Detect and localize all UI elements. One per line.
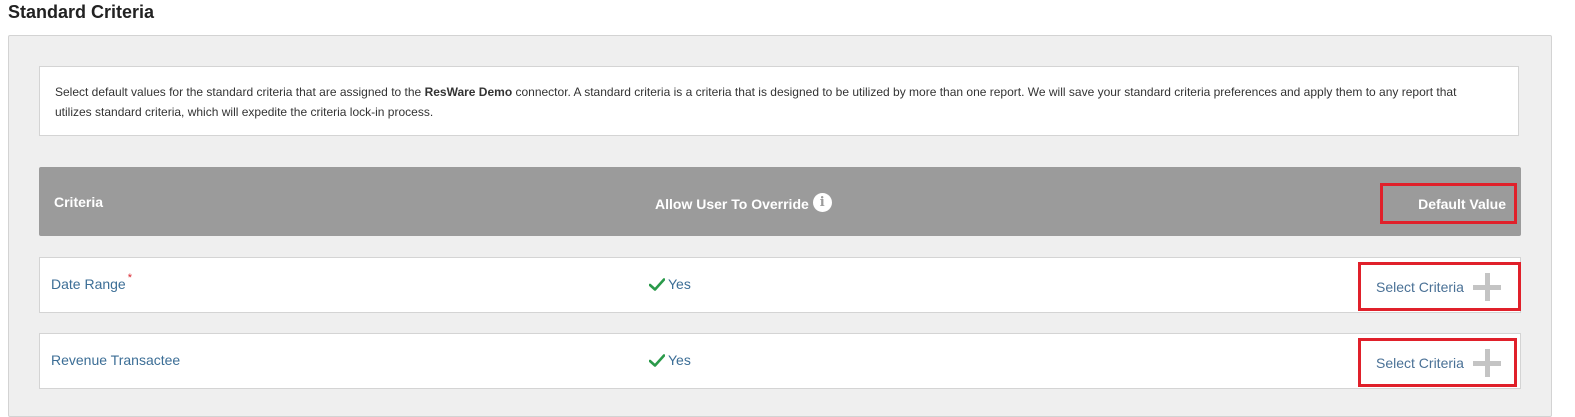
header-default-value: Default Value bbox=[1380, 183, 1517, 224]
info-box: Select default values for the standard c… bbox=[39, 66, 1519, 136]
select-criteria-label: Select Criteria bbox=[1376, 278, 1464, 295]
required-marker: * bbox=[127, 272, 132, 284]
select-criteria-button[interactable]: Select Criteria bbox=[1358, 262, 1521, 311]
criteria-name-label[interactable]: Revenue Transactee bbox=[51, 352, 180, 368]
header-criteria: Criteria bbox=[54, 194, 104, 210]
page-title: Standard Criteria bbox=[8, 2, 155, 22]
select-criteria-label: Select Criteria bbox=[1376, 354, 1464, 371]
check-icon bbox=[649, 277, 665, 291]
plus-icon bbox=[1472, 272, 1501, 301]
standard-criteria-panel: Select default values for the standard c… bbox=[8, 35, 1552, 417]
info-text-before: Select default values for the standard c… bbox=[55, 85, 425, 99]
criteria-row: Revenue Transactee Yes Select Criteria bbox=[39, 333, 1521, 389]
plus-icon bbox=[1472, 348, 1501, 377]
override-value: Yes bbox=[668, 276, 691, 292]
connector-name: ResWare Demo bbox=[424, 85, 513, 99]
override-value: Yes bbox=[668, 352, 691, 368]
criteria-name-label[interactable]: Date Range bbox=[51, 276, 126, 292]
table-header: Criteria Allow User To Override i Defaul… bbox=[39, 167, 1521, 236]
header-override-label: Allow User To Override bbox=[655, 195, 809, 212]
check-icon bbox=[649, 353, 665, 367]
header-override: Allow User To Override i bbox=[655, 193, 832, 213]
select-criteria-button[interactable]: Select Criteria bbox=[1358, 338, 1517, 387]
override-status: Yes bbox=[649, 276, 691, 292]
info-icon[interactable]: i bbox=[812, 193, 832, 212]
criteria-name[interactable]: Date Range * bbox=[51, 272, 132, 292]
criteria-name[interactable]: Revenue Transactee bbox=[51, 352, 182, 368]
criteria-row: Date Range * Yes Select Criteria bbox=[39, 257, 1521, 313]
override-status: Yes bbox=[649, 352, 691, 368]
